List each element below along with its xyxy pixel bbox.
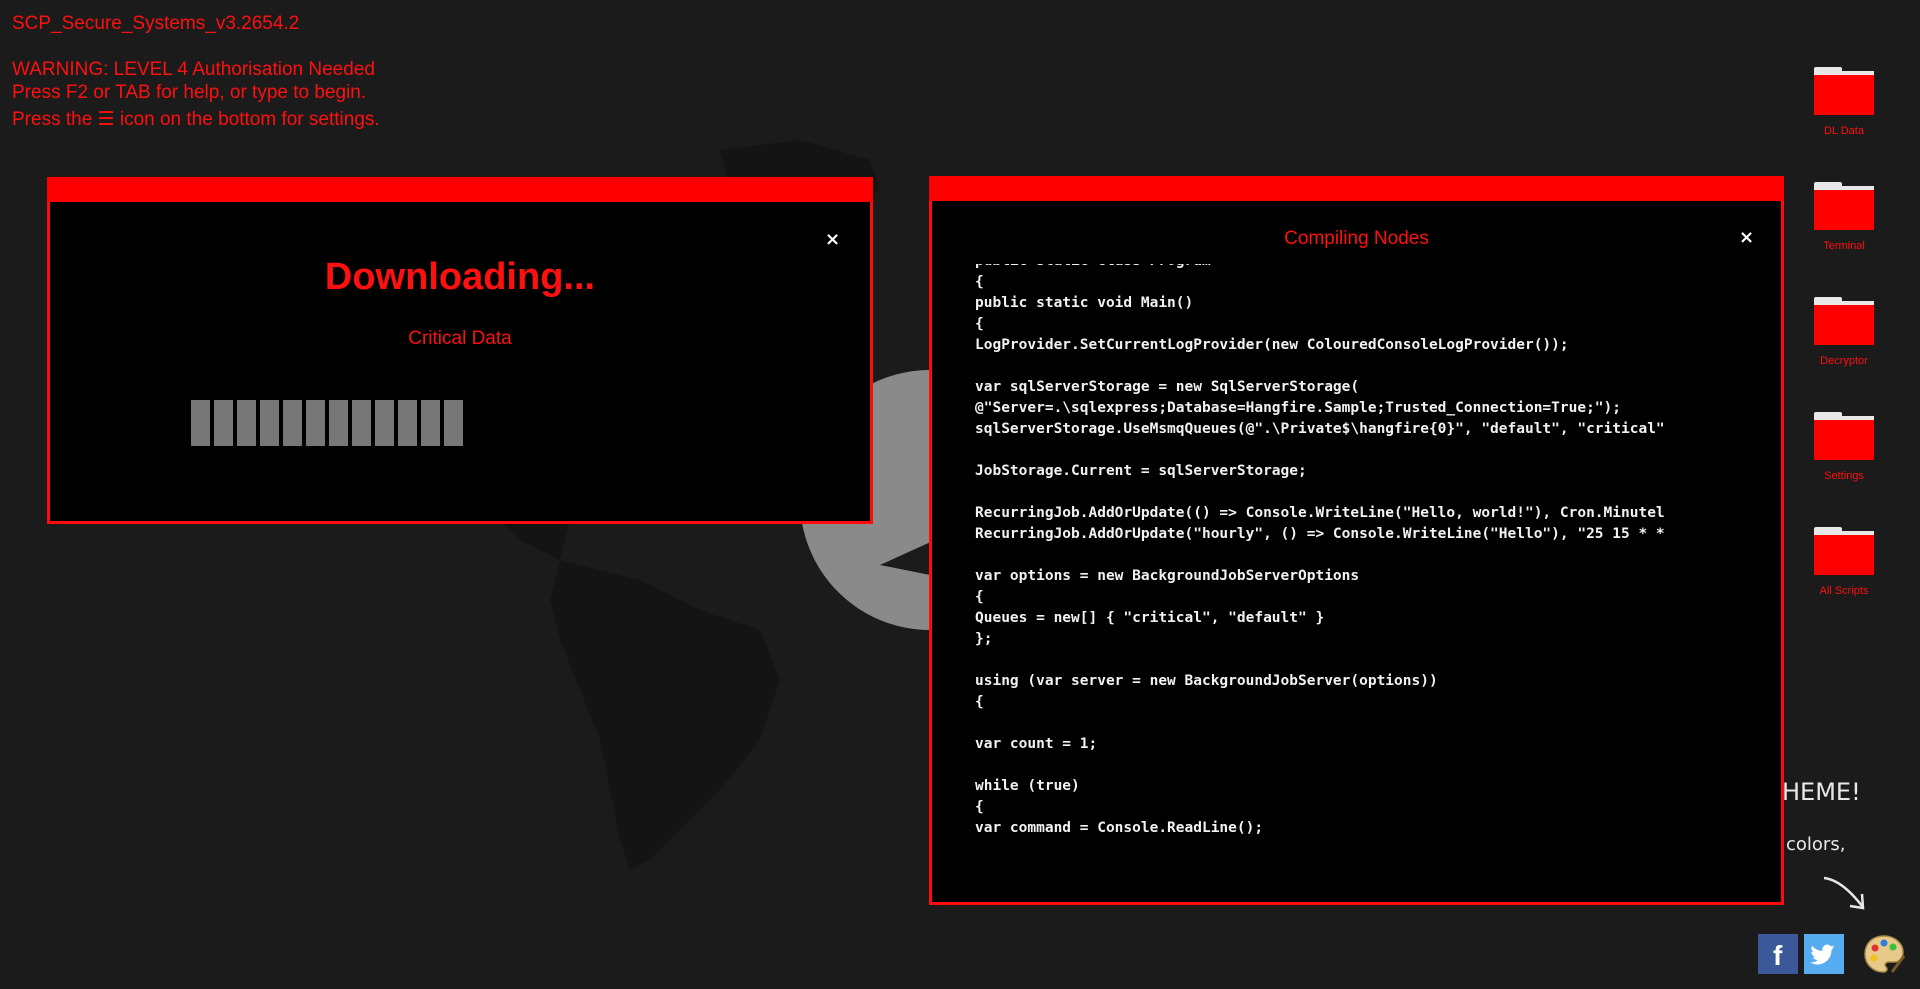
progress-segment	[283, 400, 302, 446]
code-line: var count = 1;	[975, 736, 1098, 752]
download-window: × Downloading... Critical Data	[47, 177, 873, 524]
compile-window-title: Compiling Nodes	[1284, 228, 1429, 249]
code-line: };	[975, 631, 993, 647]
code-line: LogProvider.SetCurrentLogProvider(new Co…	[975, 337, 1569, 353]
progress-segment	[398, 400, 417, 446]
settings-hint-text: Press the ☰ icon on the bottom for setti…	[12, 109, 380, 130]
warning-text: WARNING: LEVEL 4 Authorisation Needed	[12, 59, 375, 80]
code-line: public static void Main()	[975, 295, 1194, 311]
code-line: while (true)	[975, 778, 1080, 794]
folder-icon	[1814, 297, 1874, 345]
code-line: RecurringJob.AddOrUpdate("hourly", () =>…	[975, 526, 1665, 542]
theme-hint-text: HEME!	[1782, 778, 1861, 806]
desktop-icon-label: All Scripts	[1819, 585, 1869, 597]
progress-segment	[191, 400, 210, 446]
code-line: @"Server=.\sqlexpress;Database=Hangfire.…	[975, 400, 1622, 416]
code-line: public static class Program	[975, 264, 1761, 272]
code-line: {	[975, 274, 984, 290]
code-line: {	[975, 799, 984, 815]
code-line: sqlServerStorage.UseMsmqQueues(@".\Priva…	[975, 421, 1665, 437]
theme-hint-subtext: colors,	[1786, 834, 1846, 855]
system-info: SCP_Secure_Systems_v3.2654.2 WARNING: LE…	[12, 12, 380, 131]
progress-segment	[214, 400, 233, 446]
compile-window-close-button[interactable]: ×	[1739, 229, 1754, 247]
desktop-icon-decryptor[interactable]: Decryptor	[1804, 297, 1884, 367]
twitter-button[interactable]	[1804, 934, 1844, 974]
progress-segment	[421, 400, 440, 446]
desktop-icon-settings[interactable]: Settings	[1804, 412, 1884, 482]
code-line: var sqlServerStorage = new SqlServerStor…	[975, 379, 1360, 395]
twitter-icon	[1810, 944, 1835, 965]
folder-icon	[1814, 67, 1874, 115]
compile-window-titlebar[interactable]	[929, 176, 1784, 201]
code-line: using (var server = new BackgroundJobSer…	[975, 673, 1438, 689]
system-title: SCP_Secure_Systems_v3.2654.2	[12, 13, 300, 34]
facebook-button[interactable]: f	[1758, 934, 1798, 974]
progress-segment	[352, 400, 371, 446]
download-window-close-button[interactable]: ×	[825, 231, 840, 249]
facebook-icon: f	[1773, 940, 1783, 971]
download-progress-bar	[191, 400, 463, 446]
folder-icon	[1814, 182, 1874, 230]
desktop-icon-label: Settings	[1824, 470, 1864, 482]
desktop-icon-label: Terminal	[1823, 240, 1865, 252]
theme-palette-icon[interactable]	[1862, 932, 1906, 976]
folder-icon	[1814, 527, 1874, 575]
code-line: RecurringJob.AddOrUpdate(() => Console.W…	[975, 505, 1665, 521]
desktop-icon-label: Decryptor	[1820, 355, 1868, 367]
desktop-icon-terminal[interactable]: Terminal	[1804, 182, 1884, 252]
progress-segment	[260, 400, 279, 446]
code-line: {	[975, 316, 984, 332]
code-line: JobStorage.Current = sqlServerStorage;	[975, 463, 1307, 479]
download-subtitle: Critical Data	[408, 328, 512, 349]
code-line: var options = new BackgroundJobServerOpt…	[975, 568, 1360, 584]
help-text: Press F2 or TAB for help, or type to beg…	[12, 82, 367, 103]
progress-segment	[237, 400, 256, 446]
code-line: var command = Console.ReadLine();	[975, 820, 1264, 836]
code-line: Queues = new[] { "critical", "default" }	[975, 610, 1325, 626]
desktop-icon-label: DL Data	[1824, 125, 1864, 137]
progress-segment	[375, 400, 394, 446]
code-line: {	[975, 589, 984, 605]
progress-segment	[329, 400, 348, 446]
progress-segment	[444, 400, 463, 446]
code-line: {	[975, 694, 984, 710]
compile-window: Compiling Nodes × public static class Pr…	[929, 176, 1784, 905]
desktop-icon-all-scripts[interactable]: All Scripts	[1804, 527, 1884, 597]
download-heading: Downloading...	[324, 256, 596, 298]
progress-segment	[306, 400, 325, 446]
desktop-icon-dl-data[interactable]: DL Data	[1804, 67, 1884, 137]
arrow-hint-icon	[1823, 876, 1865, 910]
download-window-titlebar[interactable]	[47, 177, 873, 202]
folder-icon	[1814, 412, 1874, 460]
code-output: public static class Program { public stati…	[975, 264, 1761, 882]
